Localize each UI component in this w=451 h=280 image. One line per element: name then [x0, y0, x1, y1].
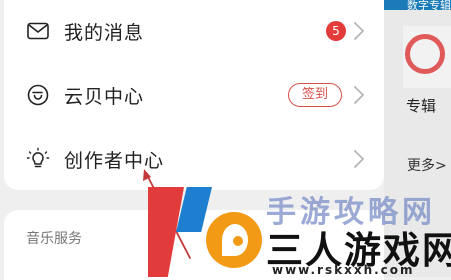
- top-banner: 数字专辑: [384, 0, 451, 12]
- album-label: 专辑: [406, 97, 437, 115]
- menu-item-messages[interactable]: 我的消息 5: [4, 0, 384, 62]
- chevron-right-icon: [354, 86, 364, 104]
- more-link[interactable]: 更多>: [407, 155, 447, 175]
- album-thumbnail[interactable]: [403, 26, 451, 88]
- album-cover-art: [405, 34, 445, 74]
- coin-icon: [27, 84, 49, 106]
- watermark-url: www.rskxxh.com: [272, 263, 415, 277]
- signin-button[interactable]: 签到: [288, 83, 342, 107]
- chevron-right-icon: [354, 150, 364, 168]
- banner-text: 数字专辑: [407, 0, 451, 12]
- menu-item-label: 创作者中心: [64, 150, 165, 172]
- menu-item-label: 我的消息: [64, 22, 145, 44]
- chevron-right-icon: [354, 22, 364, 40]
- watermark-red-shape: [148, 187, 184, 277]
- mail-icon: [27, 22, 49, 40]
- menu-item-creator-center[interactable]: 创作者中心: [4, 128, 384, 190]
- menu-card: 我的消息 5 云贝中心 签到 创作者中心: [4, 0, 384, 190]
- menu-item-yunbei[interactable]: 云贝中心 签到: [4, 64, 384, 126]
- lightbulb-icon: [26, 147, 50, 168]
- menu-item-label: 云贝中心: [64, 86, 145, 108]
- watermark-logo: [206, 212, 262, 268]
- section-title: 音乐服务: [26, 231, 82, 247]
- unread-badge: 5: [326, 21, 346, 41]
- watermark: 手游攻略网 三人游戏网 www.rskxxh.com: [148, 187, 451, 277]
